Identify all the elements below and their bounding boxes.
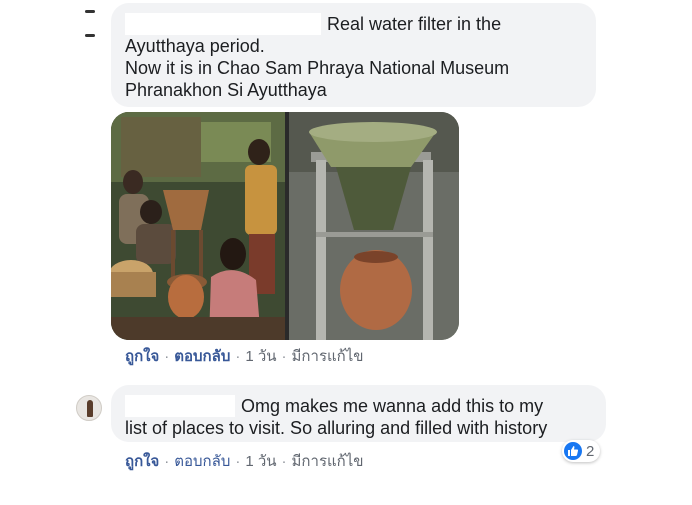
comment-photo[interactable]	[111, 112, 459, 340]
comment-text-line: Ayutthaya period.	[125, 36, 265, 56]
commenter-avatar[interactable]	[79, 10, 101, 38]
reaction-summary[interactable]: 2	[562, 440, 601, 462]
commenter-avatar[interactable]	[76, 395, 102, 421]
reaction-count: 2	[586, 442, 595, 460]
edited-label[interactable]: มีการแก้ไข	[292, 453, 364, 470]
timestamp-link[interactable]: 1 วัน	[245, 348, 276, 365]
comment-text-line: list of places to visit. So alluring and…	[125, 418, 548, 438]
separator-dot: ·	[281, 348, 287, 365]
redacted-author-name[interactable]	[125, 13, 321, 35]
comment-text-line: Real water filter in the	[327, 14, 502, 34]
redacted-author-name[interactable]	[125, 395, 235, 417]
separator-dot: ·	[235, 453, 241, 470]
photo-illustration	[111, 112, 459, 340]
edited-label[interactable]: มีการแก้ไข	[292, 348, 364, 365]
comment-actions: ถูกใจ · ตอบกลับ · 1 วัน · มีการแก้ไข	[125, 453, 364, 471]
reply-link[interactable]: ตอบกลับ	[174, 453, 230, 470]
comment-text-line: Omg makes me wanna add this to my	[241, 396, 544, 416]
comment-text-line: Phranakhon Si Ayutthaya	[125, 80, 327, 100]
like-link[interactable]: ถูกใจ	[125, 348, 159, 365]
comment-bubble: Omg makes me wanna add this to my list o…	[111, 385, 606, 442]
comment-actions: ถูกใจ · ตอบกลับ · 1 วัน · มีการแก้ไข	[125, 348, 364, 366]
reply-link[interactable]: ตอบกลับ	[174, 348, 230, 365]
comment-bubble: Real water filter in the Ayutthaya perio…	[111, 3, 596, 107]
comment-text-line: Now it is in Chao Sam Phraya National Mu…	[125, 58, 510, 78]
separator-dot: ·	[281, 453, 287, 470]
like-link[interactable]: ถูกใจ	[125, 453, 159, 470]
separator-dot: ·	[235, 348, 241, 365]
like-icon	[564, 442, 582, 460]
separator-dot: ·	[164, 348, 170, 365]
separator-dot: ·	[164, 453, 170, 470]
timestamp-link[interactable]: 1 วัน	[245, 453, 276, 470]
